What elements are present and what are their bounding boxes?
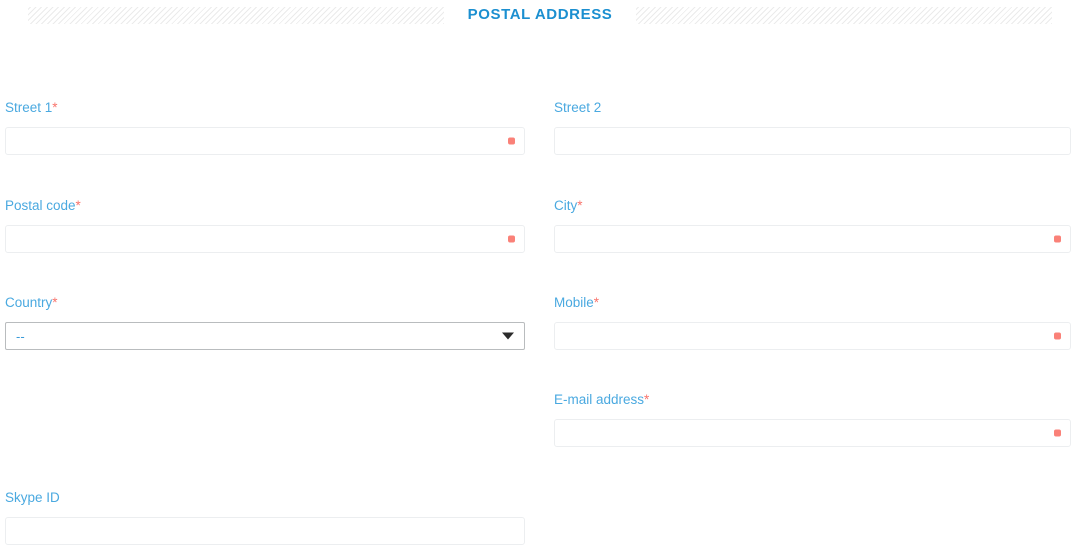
field-city: City* [554, 198, 1071, 253]
input-wrap-street1 [5, 127, 525, 155]
required-asterisk: * [577, 198, 583, 213]
select-wrap-country: -- [5, 322, 525, 350]
label-mobile-text: Mobile [554, 295, 594, 310]
label-country-text: Country [5, 295, 53, 310]
label-street1: Street 1* [5, 100, 525, 116]
field-postal-code: Postal code* [5, 198, 525, 253]
label-postal-code: Postal code* [5, 198, 525, 214]
label-mobile: Mobile* [554, 295, 1071, 311]
input-wrap-street2 [554, 127, 1071, 155]
label-country: Country* [5, 295, 525, 311]
label-email-text: E-mail address [554, 392, 645, 407]
field-mobile: Mobile* [554, 295, 1071, 350]
label-email: E-mail address* [554, 392, 1071, 408]
label-skype: Skype ID [5, 490, 525, 506]
field-email: E-mail address* [554, 392, 1071, 447]
country-selected-value: -- [16, 328, 25, 344]
label-city-text: City [554, 198, 578, 213]
street2-input[interactable] [554, 127, 1071, 155]
label-street1-text: Street 1 [5, 100, 53, 115]
label-skype-text: Skype ID [5, 490, 60, 505]
required-asterisk: * [52, 100, 58, 115]
street1-input[interactable] [5, 127, 525, 155]
country-select[interactable]: -- [5, 322, 525, 350]
input-wrap-skype [5, 517, 525, 545]
required-asterisk: * [593, 295, 600, 310]
postal-code-input[interactable] [5, 225, 525, 253]
field-country: Country* -- [5, 295, 525, 350]
section-header: POSTAL ADDRESS [0, 0, 1080, 30]
input-wrap-city [554, 225, 1071, 253]
city-input[interactable] [554, 225, 1071, 253]
skype-input[interactable] [5, 517, 525, 545]
required-asterisk: * [75, 198, 81, 213]
input-wrap-mobile [554, 322, 1071, 350]
field-skype: Skype ID [5, 490, 525, 545]
postal-address-form: Street 1* Street 2 Postal code* City* Co… [0, 30, 1080, 556]
input-wrap-postal-code [5, 225, 525, 253]
decorative-stripe-left [28, 6, 444, 24]
email-input[interactable] [554, 419, 1071, 447]
label-postal-code-text: Postal code [5, 198, 76, 213]
mobile-input[interactable] [554, 322, 1071, 350]
field-street1: Street 1* [5, 100, 525, 155]
section-title: POSTAL ADDRESS [467, 6, 613, 23]
input-wrap-email [554, 419, 1071, 447]
field-street2: Street 2 [554, 100, 1071, 155]
label-street2-text: Street 2 [554, 100, 602, 115]
required-asterisk: * [52, 295, 58, 310]
label-street2: Street 2 [554, 100, 1071, 116]
decorative-stripe-right [636, 6, 1052, 24]
label-city: City* [554, 198, 1071, 214]
required-asterisk: * [644, 392, 650, 407]
